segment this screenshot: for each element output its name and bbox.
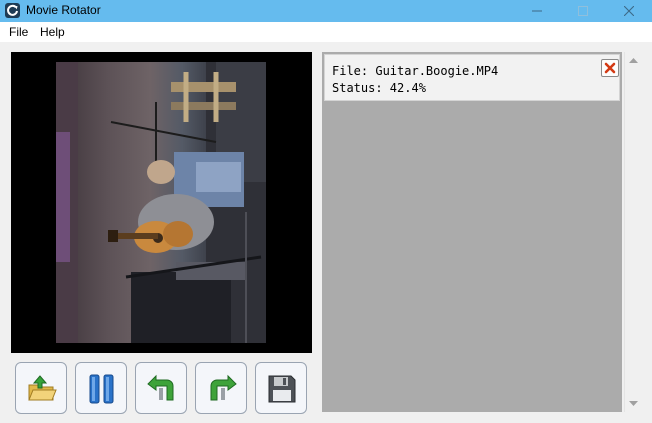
remove-job-button[interactable] bbox=[601, 59, 619, 77]
rotate-left-button[interactable] bbox=[135, 362, 187, 414]
minimize-button[interactable] bbox=[514, 0, 560, 22]
close-icon bbox=[624, 6, 634, 16]
rotated-video-frame-image bbox=[56, 62, 266, 343]
minimize-icon bbox=[532, 10, 542, 12]
scroll-down-button[interactable] bbox=[625, 395, 642, 412]
video-preview bbox=[11, 52, 312, 353]
job-list-panel: File: Guitar.Boogie.MP4 Status: 42.4% bbox=[322, 52, 622, 412]
chevron-up-icon bbox=[629, 58, 638, 63]
floppy-disk-icon bbox=[268, 375, 296, 403]
job-item: File: Guitar.Boogie.MP4 Status: 42.4% bbox=[324, 54, 620, 101]
scroll-up-button[interactable] bbox=[625, 52, 642, 69]
video-frame bbox=[56, 62, 266, 343]
close-button[interactable] bbox=[606, 0, 652, 22]
maximize-button[interactable] bbox=[560, 0, 606, 22]
movie-rotator-app-icon bbox=[5, 3, 20, 18]
menu-bar: File Help bbox=[0, 22, 652, 42]
job-file-name: File: Guitar.Boogie.MP4 bbox=[332, 64, 499, 78]
pause-icon bbox=[89, 374, 114, 404]
rotate-right-button[interactable] bbox=[195, 362, 247, 414]
rotate-left-icon bbox=[147, 374, 174, 401]
menu-file[interactable]: File bbox=[9, 25, 28, 39]
remove-x-icon bbox=[604, 62, 616, 74]
chevron-down-icon bbox=[629, 401, 638, 406]
maximize-icon bbox=[578, 6, 588, 16]
menu-help[interactable]: Help bbox=[40, 25, 65, 39]
job-status: Status: 42.4% bbox=[332, 81, 426, 95]
save-button[interactable] bbox=[255, 362, 307, 414]
rotate-right-icon bbox=[210, 374, 237, 401]
folder-open-icon bbox=[28, 375, 57, 401]
scroll-track[interactable] bbox=[625, 69, 642, 395]
open-button[interactable] bbox=[15, 362, 67, 414]
vertical-scrollbar[interactable] bbox=[624, 52, 642, 412]
title-bar: Movie Rotator bbox=[0, 0, 652, 22]
window-title: Movie Rotator bbox=[26, 3, 101, 17]
pause-button[interactable] bbox=[75, 362, 127, 414]
